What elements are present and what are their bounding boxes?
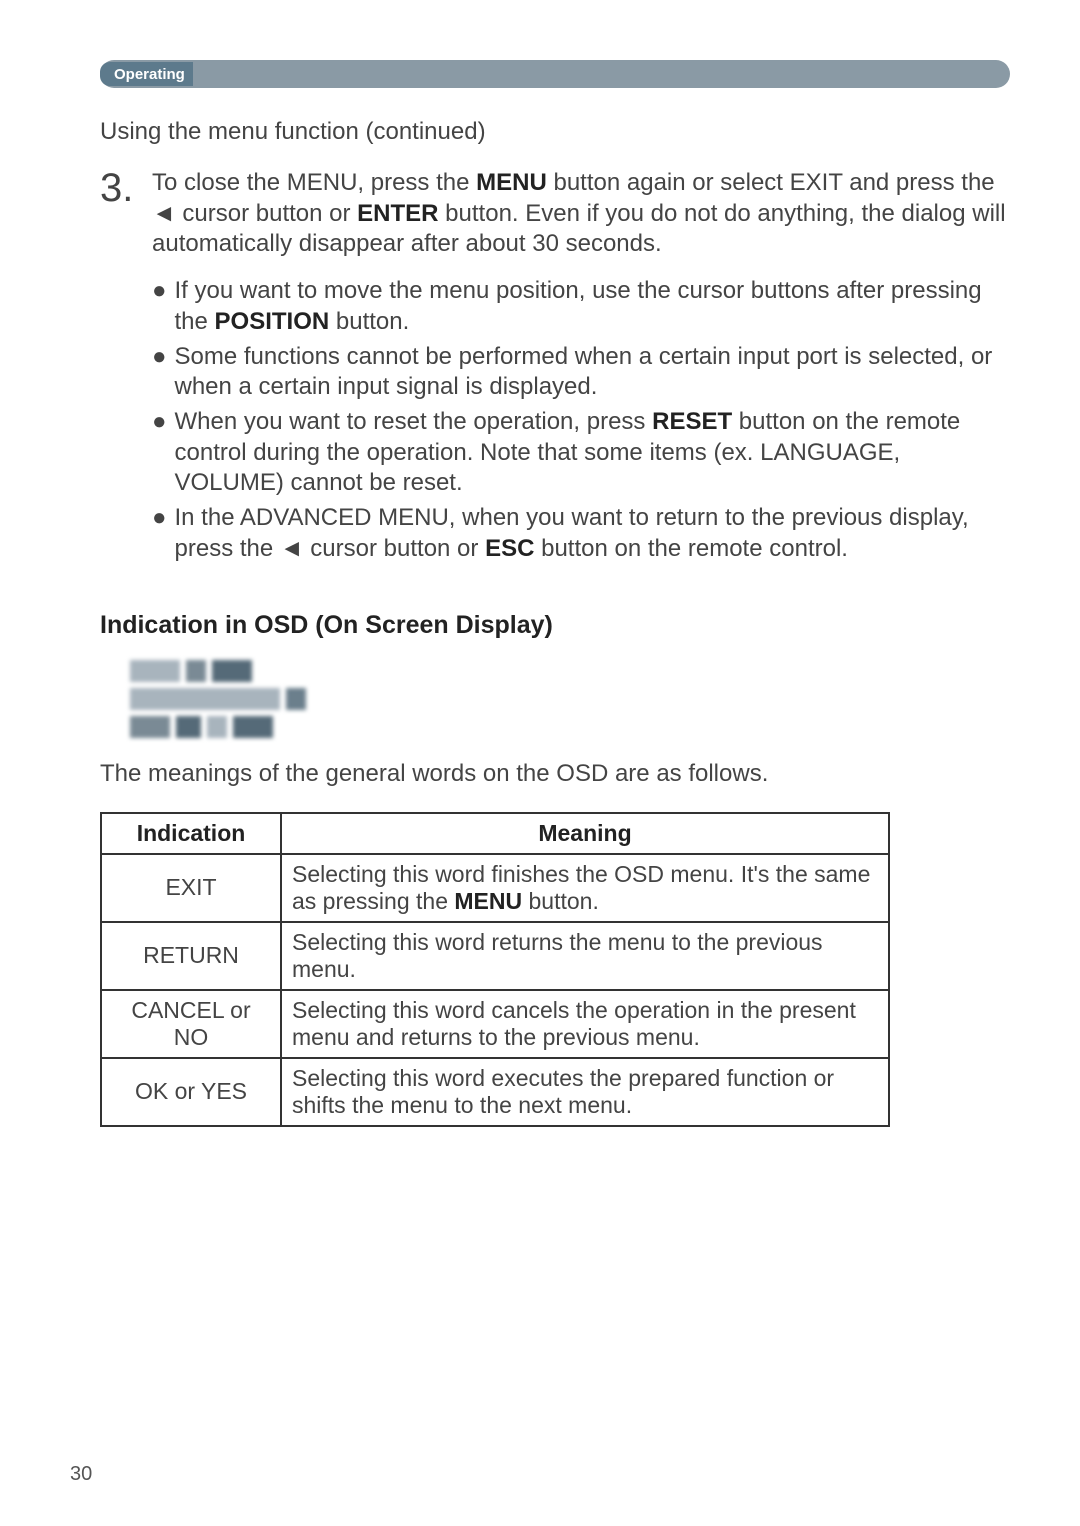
table-header-meaning: Meaning <box>281 813 889 854</box>
step-number: 3. <box>100 168 144 208</box>
page-subtitle: Using the menu function (continued) <box>100 118 1010 146</box>
table-row: EXITSelecting this word finishes the OSD… <box>101 854 889 922</box>
section-header-bar: Operating <box>100 60 1010 88</box>
bullet-dot: ● <box>152 342 167 373</box>
osd-screenshot-placeholder <box>130 660 330 738</box>
bullet-dot: ● <box>152 276 167 307</box>
meaning-cell: Selecting this word finishes the OSD men… <box>281 854 889 922</box>
indication-cell: RETURN <box>101 922 281 990</box>
bullet-item: ●When you want to reset the operation, p… <box>152 407 1010 499</box>
bullet-item: ●If you want to move the menu position, … <box>152 276 1010 337</box>
bullet-dot: ● <box>152 407 167 438</box>
indication-cell: OK or YES <box>101 1058 281 1126</box>
meaning-cell: Selecting this word cancels the operatio… <box>281 990 889 1058</box>
table-row: RETURNSelecting this word returns the me… <box>101 922 889 990</box>
osd-table: Indication Meaning EXITSelecting this wo… <box>100 812 890 1127</box>
table-row: OK or YESSelecting this word executes th… <box>101 1058 889 1126</box>
indication-cell: CANCEL or NO <box>101 990 281 1058</box>
step-body: To close the MENU, press the MENU button… <box>152 168 1010 260</box>
page-number: 30 <box>70 1463 92 1486</box>
bullet-list: ●If you want to move the menu position, … <box>152 276 1010 564</box>
bullet-item: ●In the ADVANCED MENU, when you want to … <box>152 503 1010 564</box>
bullet-item: ●Some functions cannot be performed when… <box>152 342 1010 403</box>
step-3: 3. To close the MENU, press the MENU but… <box>100 168 1010 260</box>
osd-intro-text: The meanings of the general words on the… <box>100 760 1010 788</box>
osd-heading: Indication in OSD (On Screen Display) <box>100 611 1010 640</box>
section-label: Operating <box>100 62 193 86</box>
table-row: CANCEL or NOSelecting this word cancels … <box>101 990 889 1058</box>
indication-cell: EXIT <box>101 854 281 922</box>
table-header-indication: Indication <box>101 813 281 854</box>
bullet-dot: ● <box>152 503 167 534</box>
meaning-cell: Selecting this word executes the prepare… <box>281 1058 889 1126</box>
meaning-cell: Selecting this word returns the menu to … <box>281 922 889 990</box>
